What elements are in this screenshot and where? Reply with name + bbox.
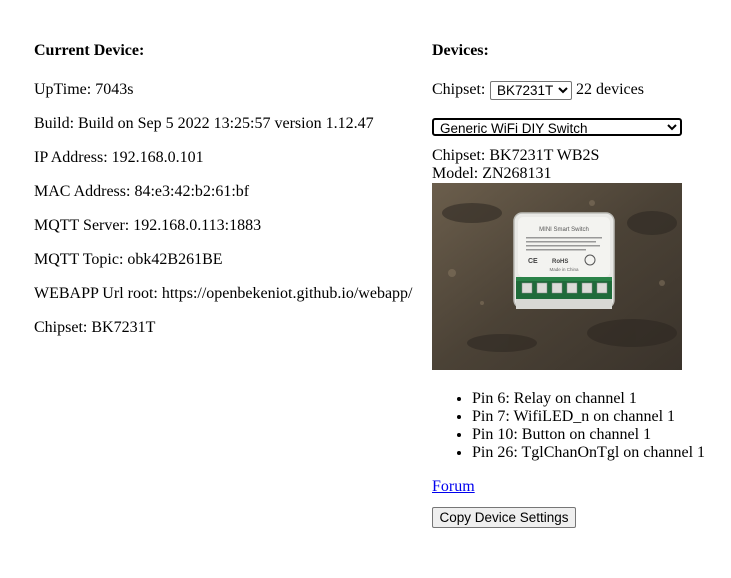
device-photo: MINI Smart Switch CE RoHS Made in China [432, 183, 682, 370]
pin-list-item: Pin 26: TglChanOnTgl on channel 1 [472, 444, 705, 462]
build-text: Build: Build on Sep 5 2022 13:25:57 vers… [34, 115, 374, 132]
pin-list: Pin 6: Relay on channel 1 Pin 7: WifiLED… [432, 390, 705, 462]
webapp-url-text: WEBAPP Url root: https://openbekeniot.gi… [34, 285, 413, 302]
chipset-text: Chipset: BK7231T [34, 319, 156, 336]
device-count-text: 22 devices [576, 81, 644, 98]
pin-list-item: Pin 6: Relay on channel 1 [472, 390, 705, 408]
device-chipset-text: Chipset: BK7231T WB2S [432, 147, 600, 164]
chipset-filter-select[interactable]: BK7231T [490, 81, 572, 100]
device-photo-title-label: MINI Smart Switch [539, 227, 589, 233]
svg-text:CE: CE [528, 258, 538, 265]
pin-list-item: Pin 7: WifiLED_n on channel 1 [472, 408, 705, 426]
copy-device-settings-button[interactable]: Copy Device Settings [432, 507, 576, 528]
devices-heading: Devices: [432, 42, 489, 59]
pin-list-item: Pin 10: Button on channel 1 [472, 426, 705, 444]
mac-address-text: MAC Address: 84:e3:42:b2:61:bf [34, 183, 250, 200]
mqtt-topic-text: MQTT Topic: obk42B261BE [34, 251, 223, 268]
svg-text:RoHS: RoHS [552, 259, 568, 265]
current-device-heading: Current Device: [34, 42, 145, 59]
uptime-text: UpTime: 7043s [34, 81, 134, 98]
mqtt-server-text: MQTT Server: 192.168.0.113:1883 [34, 217, 262, 234]
ip-address-text: IP Address: 192.168.0.101 [34, 149, 204, 166]
chipset-filter-label: Chipset: [432, 81, 486, 98]
forum-link[interactable]: Forum [432, 478, 475, 496]
device-model-text: Model: ZN268131 [432, 165, 552, 182]
svg-text:Made in China: Made in China [549, 267, 579, 272]
device-template-select[interactable]: Generic WiFi DIY Switch [432, 118, 682, 136]
